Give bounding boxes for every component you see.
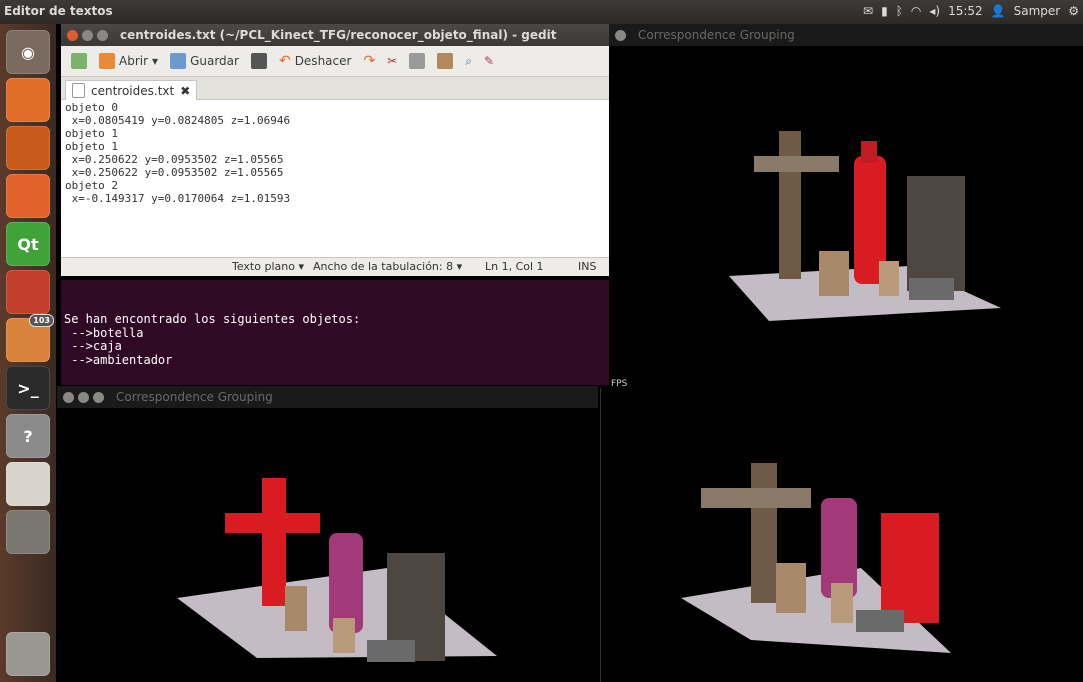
- launcher-settings-icon[interactable]: [6, 270, 50, 314]
- window-controls-icon[interactable]: [93, 391, 104, 403]
- small-box: [819, 251, 849, 296]
- folder-icon: [99, 53, 115, 69]
- launcher-qt-icon[interactable]: Qt: [6, 222, 50, 266]
- active-app-name: Editor de textos: [4, 4, 113, 18]
- window-controls-icon[interactable]: [63, 391, 74, 403]
- launcher-help-icon[interactable]: ?: [6, 414, 50, 458]
- point-cloud-scene: [177, 478, 497, 662]
- small-box: [776, 563, 806, 613]
- wifi-icon[interactable]: ◠: [911, 4, 921, 18]
- undo-label: Deshacer: [294, 54, 352, 68]
- box-highlight: [881, 513, 939, 623]
- viewer-titlebar-top[interactable]: Correspondence Grouping: [609, 24, 1083, 46]
- pad-object: [909, 278, 954, 300]
- copy-icon[interactable]: [409, 53, 426, 69]
- system-tray: ✉ ▮ ᛒ ◠ ◂) 15:52 👤 Samper ⚙: [863, 4, 1079, 18]
- terminal-window[interactable]: Se han encontrado los siguientes objetos…: [61, 280, 609, 407]
- gedit-toolbar: Abrir ▾ Guardar ↶ Deshacer ↷ ✂ ⌕ ✎: [61, 46, 609, 77]
- open-label: Abrir: [119, 54, 149, 68]
- crucifix-bar-highlight: [225, 513, 320, 533]
- open-button[interactable]: Abrir ▾: [99, 53, 158, 69]
- close-icon[interactable]: [67, 29, 78, 41]
- viewer-title-bottom: Correspondence Grouping: [116, 390, 273, 404]
- status-bar: Texto plano ▾ Ancho de la tabulación: 8 …: [61, 257, 609, 276]
- small-box: [285, 586, 307, 631]
- tab-width-selector[interactable]: Ancho de la tabulación: 8 ▾: [313, 260, 462, 273]
- save-button[interactable]: Guardar: [170, 53, 239, 69]
- search-icon[interactable]: ⌕: [465, 54, 472, 69]
- gedit-window: centroides.txt (~/PCL_Kinect_TFG/reconoc…: [61, 24, 609, 280]
- insert-mode: INS: [578, 260, 597, 273]
- cut-icon[interactable]: ✂: [387, 54, 397, 68]
- close-icon[interactable]: ✖: [180, 84, 190, 98]
- launcher-gedit-icon[interactable]: [6, 462, 50, 506]
- viewer-titlebar-bottom[interactable]: Correspondence Grouping: [57, 386, 598, 408]
- pad-object: [856, 610, 904, 632]
- viewport-bottom-right[interactable]: [600, 388, 1083, 682]
- save-icon: [170, 53, 187, 69]
- launcher-updates-icon[interactable]: 103: [6, 314, 54, 362]
- crucifix-bar: [701, 488, 811, 508]
- pad-object: [367, 640, 415, 662]
- point-cloud-scene: [681, 463, 951, 653]
- new-document-icon[interactable]: [71, 53, 87, 69]
- crucifix-post-highlight: [262, 478, 286, 606]
- window-controls-icon[interactable]: [78, 391, 89, 403]
- maximize-icon[interactable]: [97, 29, 108, 41]
- crucifix-post: [751, 463, 777, 603]
- launcher-firefox-icon[interactable]: [6, 126, 50, 170]
- viewport-bottom-left[interactable]: [57, 408, 598, 682]
- cursor-position: Ln 1, Col 1: [485, 260, 544, 273]
- minimize-icon[interactable]: [82, 29, 93, 41]
- document-icon: [72, 83, 85, 98]
- cup: [831, 583, 853, 623]
- bottle-neck: [861, 141, 877, 163]
- clock[interactable]: 15:52: [948, 4, 983, 18]
- gedit-titlebar[interactable]: centroides.txt (~/PCL_Kinect_TFG/reconoc…: [61, 24, 609, 46]
- viewer-window-top: Correspondence Grouping: [609, 24, 1083, 386]
- tab-centroides[interactable]: centroides.txt ✖: [65, 80, 198, 100]
- mail-icon[interactable]: ✉: [863, 4, 873, 18]
- update-count-badge: 103: [29, 314, 54, 327]
- user-name[interactable]: Samper: [1014, 4, 1061, 18]
- tab-label: centroides.txt: [91, 83, 175, 98]
- trash-icon[interactable]: [6, 632, 50, 676]
- chevron-down-icon[interactable]: ▾: [152, 54, 158, 68]
- gear-icon[interactable]: ⚙: [1068, 4, 1079, 18]
- window-controls-icon[interactable]: [615, 29, 626, 41]
- crucifix-bar: [754, 156, 839, 172]
- tab-bar: centroides.txt ✖: [61, 77, 609, 100]
- launcher-terminal-icon[interactable]: >_: [6, 366, 50, 410]
- launcher-software-icon[interactable]: [6, 174, 50, 218]
- top-panel: Editor de textos ✉ ▮ ᛒ ◠ ◂) 15:52 👤 Samp…: [0, 0, 1083, 24]
- undo-icon: ↶: [278, 53, 291, 69]
- redo-icon[interactable]: ↷: [363, 53, 375, 69]
- language-selector[interactable]: Texto plano ▾: [232, 260, 304, 273]
- bluetooth-icon[interactable]: ᛒ: [896, 4, 903, 18]
- user-icon: 👤: [990, 4, 1006, 18]
- launcher-dash-icon[interactable]: ◉: [6, 30, 50, 74]
- battery-icon[interactable]: ▮: [881, 4, 888, 18]
- cup: [333, 618, 355, 653]
- crucifix-post: [779, 131, 801, 279]
- editor-text-area[interactable]: objeto 0 x=0.0805419 y=0.0824805 z=1.069…: [61, 100, 609, 257]
- replace-icon[interactable]: ✎: [484, 54, 494, 68]
- cup: [879, 261, 899, 296]
- box-object: [907, 176, 965, 291]
- launcher-window-icon[interactable]: [6, 510, 50, 554]
- volume-icon[interactable]: ◂): [929, 4, 940, 18]
- viewer-window-bottom-left: Correspondence Grouping: [57, 386, 598, 682]
- viewport-top-right[interactable]: [609, 46, 1083, 386]
- undo-button[interactable]: ↶ Deshacer: [279, 53, 351, 69]
- launcher-files-icon[interactable]: [6, 78, 50, 122]
- window-title: centroides.txt (~/PCL_Kinect_TFG/reconoc…: [120, 28, 557, 42]
- point-cloud-scene: [729, 131, 1001, 321]
- viewer-title-top: Correspondence Grouping: [638, 28, 795, 42]
- launcher: ◉ Qt 103 >_?: [0, 24, 56, 682]
- paste-icon[interactable]: [437, 53, 454, 69]
- save-label: Guardar: [190, 54, 239, 68]
- print-icon[interactable]: [250, 53, 267, 69]
